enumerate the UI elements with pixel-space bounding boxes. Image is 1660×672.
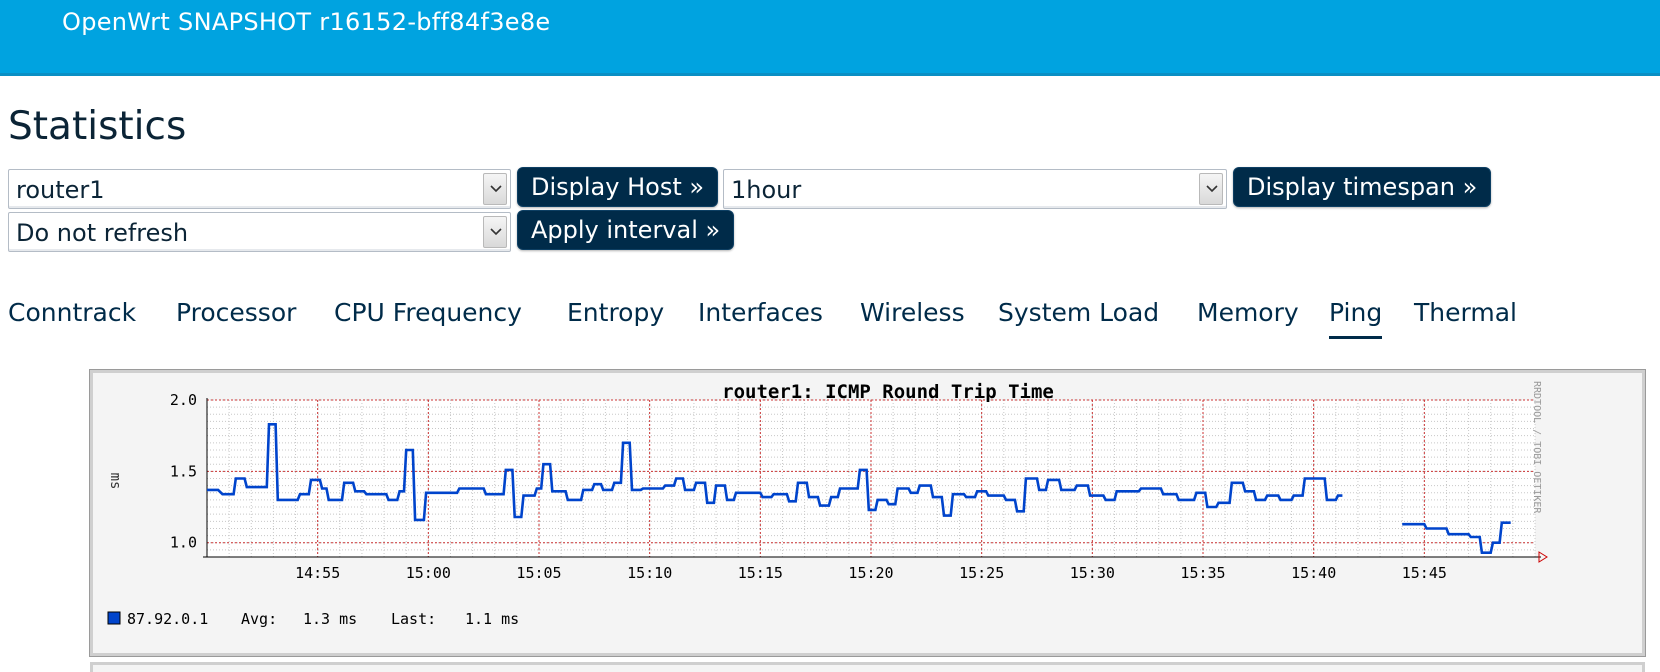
x-tick-label: 15:30 [1070, 564, 1115, 582]
tab-interfaces[interactable]: Interfaces [698, 298, 823, 327]
x-tick-label: 15:15 [738, 564, 783, 582]
legend-swatch [107, 611, 121, 625]
brand-link[interactable]: OpenWrt SNAPSHOT r16152-bff84f3e8e [62, 8, 550, 36]
display-host-button[interactable]: Display Host » [517, 167, 719, 207]
legend-last-label: Last: [391, 610, 436, 628]
next-graph [90, 662, 1645, 672]
x-tick-label: 14:55 [295, 564, 340, 582]
page-title: Statistics [8, 104, 187, 149]
legend-host: 87.92.0.1 [127, 610, 208, 628]
tab-ping[interactable]: Ping [1329, 298, 1383, 339]
chevron-down-icon [483, 173, 507, 205]
display-timespan-button[interactable]: Display timespan » [1233, 167, 1492, 207]
refresh-select[interactable]: Do not refresh [8, 212, 511, 252]
tab-cpu-frequency[interactable]: CPU Frequency [334, 298, 522, 327]
x-tick-label: 15:45 [1402, 564, 1447, 582]
tab-wireless[interactable]: Wireless [860, 298, 965, 327]
chevron-down-icon [483, 216, 507, 248]
legend-last-value: 1.1 ms [465, 610, 519, 628]
x-tick-label: 15:25 [959, 564, 1004, 582]
chart-legend: 87.92.0.1 Avg: 1.3 ms Last: 1.1 ms [107, 610, 519, 628]
host-select[interactable]: router1 [8, 169, 511, 209]
apply-interval-button[interactable]: Apply interval » [517, 210, 735, 250]
y-axis-label: ms [107, 473, 123, 490]
rtt-chart: 14:55 15:00 15:05 15:10 15:15 15:20 15:25 15:30… [107, 381, 1548, 628]
tab-system-load[interactable]: System Load [998, 298, 1159, 327]
host-select-value: router1 [16, 176, 105, 204]
tab-memory[interactable]: Memory [1197, 298, 1299, 327]
chart-title: router1: ICMP Round Trip Time [722, 381, 1054, 403]
timespan-select[interactable]: 1hour [723, 169, 1227, 209]
x-tick-label: 15:35 [1180, 564, 1225, 582]
x-tick-label: 15:10 [627, 564, 672, 582]
y-tick-label: 1.5 [170, 462, 197, 480]
x-tick-label: 15:05 [516, 564, 561, 582]
tab-processor[interactable]: Processor [176, 298, 296, 327]
top-bar: OpenWrt SNAPSHOT r16152-bff84f3e8e [0, 0, 1660, 76]
legend-avg-label: Avg: [241, 610, 277, 628]
tab-thermal[interactable]: Thermal [1414, 298, 1517, 327]
tab-entropy[interactable]: Entropy [567, 298, 664, 327]
y-tick-label: 2.0 [170, 391, 197, 409]
tab-conntrack[interactable]: Conntrack [8, 298, 136, 327]
x-tick-label: 15:00 [406, 564, 451, 582]
timespan-select-value: 1hour [731, 176, 802, 204]
legend-avg-value: 1.3 ms [303, 610, 357, 628]
rrdtool-credit: RRDTOOL / TOBI OETIKER [1531, 381, 1542, 514]
ping-graph: 14:55 15:00 15:05 15:10 15:15 15:20 15:25 15:30… [89, 369, 1646, 657]
x-tick-label: 15:40 [1291, 564, 1336, 582]
chevron-down-icon [1199, 173, 1223, 205]
refresh-select-value: Do not refresh [16, 219, 189, 247]
y-tick-label: 1.0 [170, 534, 197, 552]
x-tick-label: 15:20 [848, 564, 893, 582]
